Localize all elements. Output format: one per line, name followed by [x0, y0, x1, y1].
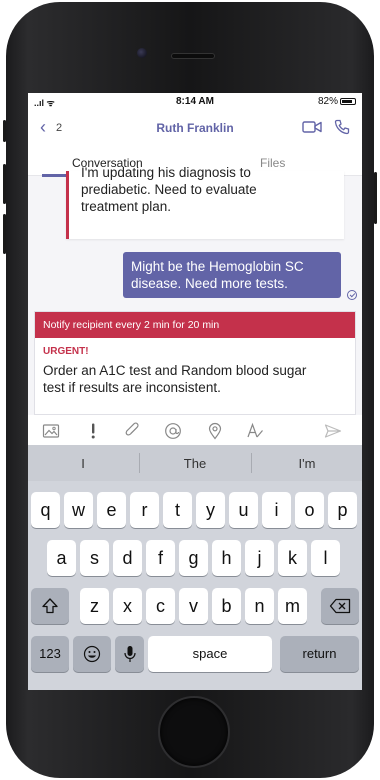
message-line: treatment plan.: [81, 199, 172, 214]
message-line: Might be the Hemoglobin SC: [131, 259, 304, 274]
volume-up-button: [3, 164, 6, 204]
compose-line: Order an A1C test and Random blood sugar: [43, 363, 307, 378]
key-g[interactable]: g: [179, 540, 208, 576]
status-bar: ..ıl ᯤ 8:14 AM 82%: [28, 93, 362, 110]
shift-arrow-icon: [42, 598, 58, 614]
paperclip-icon[interactable]: [124, 422, 142, 440]
exclamation-icon[interactable]: [84, 422, 102, 440]
numbers-key[interactable]: 123: [31, 636, 69, 672]
screen: ..ıl ᯤ 8:14 AM 82% ‹ 2 Ruth Franklin Con…: [28, 93, 362, 690]
battery-icon: [340, 98, 356, 105]
key-y[interactable]: y: [196, 492, 225, 528]
suggestion-bar: I The I'm: [28, 445, 362, 481]
key-e[interactable]: e: [97, 492, 126, 528]
backspace-key[interactable]: [321, 588, 359, 624]
key-p[interactable]: p: [328, 492, 357, 528]
mute-switch: [3, 120, 6, 142]
compose-line: test if results are inconsistent.: [43, 380, 221, 395]
key-j[interactable]: j: [245, 540, 274, 576]
message-line: prediabetic. Need to evaluate: [81, 182, 257, 197]
backspace-icon: [329, 598, 351, 614]
suggestion-2[interactable]: The: [140, 456, 250, 471]
key-i[interactable]: i: [262, 492, 291, 528]
key-k[interactable]: k: [278, 540, 307, 576]
key-s[interactable]: s: [80, 540, 109, 576]
key-w[interactable]: w: [64, 492, 93, 528]
message-line: disease. Need more tests.: [131, 276, 288, 291]
key-q[interactable]: q: [31, 492, 60, 528]
chat-header: ‹ 2 Ruth Franklin: [28, 110, 362, 146]
key-d[interactable]: d: [113, 540, 142, 576]
front-camera: [137, 48, 147, 58]
key-h[interactable]: h: [212, 540, 241, 576]
send-icon[interactable]: [324, 422, 342, 440]
incoming-message[interactable]: I'm updating his diagnosis to prediabeti…: [66, 165, 344, 239]
key-o[interactable]: o: [295, 492, 324, 528]
home-button[interactable]: [158, 696, 230, 768]
urgent-label: URGENT!: [43, 346, 89, 357]
microphone-icon: [123, 646, 136, 662]
emoji-icon: [83, 645, 101, 663]
key-t[interactable]: t: [163, 492, 192, 528]
power-button: [374, 172, 377, 224]
volume-down-button: [3, 214, 6, 254]
space-key[interactable]: space: [148, 636, 272, 672]
key-u[interactable]: u: [229, 492, 258, 528]
notify-banner[interactable]: Notify recipient every 2 min for 20 min: [35, 312, 355, 338]
key-c[interactable]: c: [146, 588, 175, 624]
key-f[interactable]: f: [146, 540, 175, 576]
mention-icon[interactable]: [164, 422, 182, 440]
suggestion-1[interactable]: I: [28, 456, 138, 471]
location-pin-icon[interactable]: [206, 422, 224, 440]
key-l[interactable]: l: [311, 540, 340, 576]
key-x[interactable]: x: [113, 588, 142, 624]
compose-box[interactable]: Notify recipient every 2 min for 20 min …: [34, 311, 356, 415]
image-icon[interactable]: [42, 422, 60, 440]
video-camera-icon[interactable]: [302, 120, 322, 134]
message-line: I'm updating his diagnosis to: [81, 165, 251, 180]
shift-key[interactable]: [31, 588, 69, 624]
key-z[interactable]: z: [80, 588, 109, 624]
compose-input[interactable]: Order an A1C test and Random blood sugar…: [43, 362, 349, 396]
phone-icon[interactable]: [334, 119, 350, 135]
key-m[interactable]: m: [278, 588, 307, 624]
dictation-key[interactable]: [115, 636, 144, 672]
format-text-icon[interactable]: [246, 422, 264, 440]
return-key[interactable]: return: [280, 636, 359, 672]
battery-percent: 82%: [317, 96, 338, 107]
key-n[interactable]: n: [245, 588, 274, 624]
suggestion-3[interactable]: I'm: [252, 456, 362, 471]
key-b[interactable]: b: [212, 588, 241, 624]
earpiece-speaker: [171, 53, 215, 59]
outgoing-message[interactable]: Might be the Hemoglobin SC disease. Need…: [123, 252, 341, 298]
compose-toolbar: [28, 415, 362, 445]
emoji-key[interactable]: [73, 636, 111, 672]
key-r[interactable]: r: [130, 492, 159, 528]
status-time: 8:14 AM: [176, 96, 214, 107]
key-v[interactable]: v: [179, 588, 208, 624]
read-receipt-icon: [347, 290, 357, 300]
key-a[interactable]: a: [47, 540, 76, 576]
keyboard: I The I'm q w e r t y u i o p a s d f g …: [28, 445, 362, 690]
